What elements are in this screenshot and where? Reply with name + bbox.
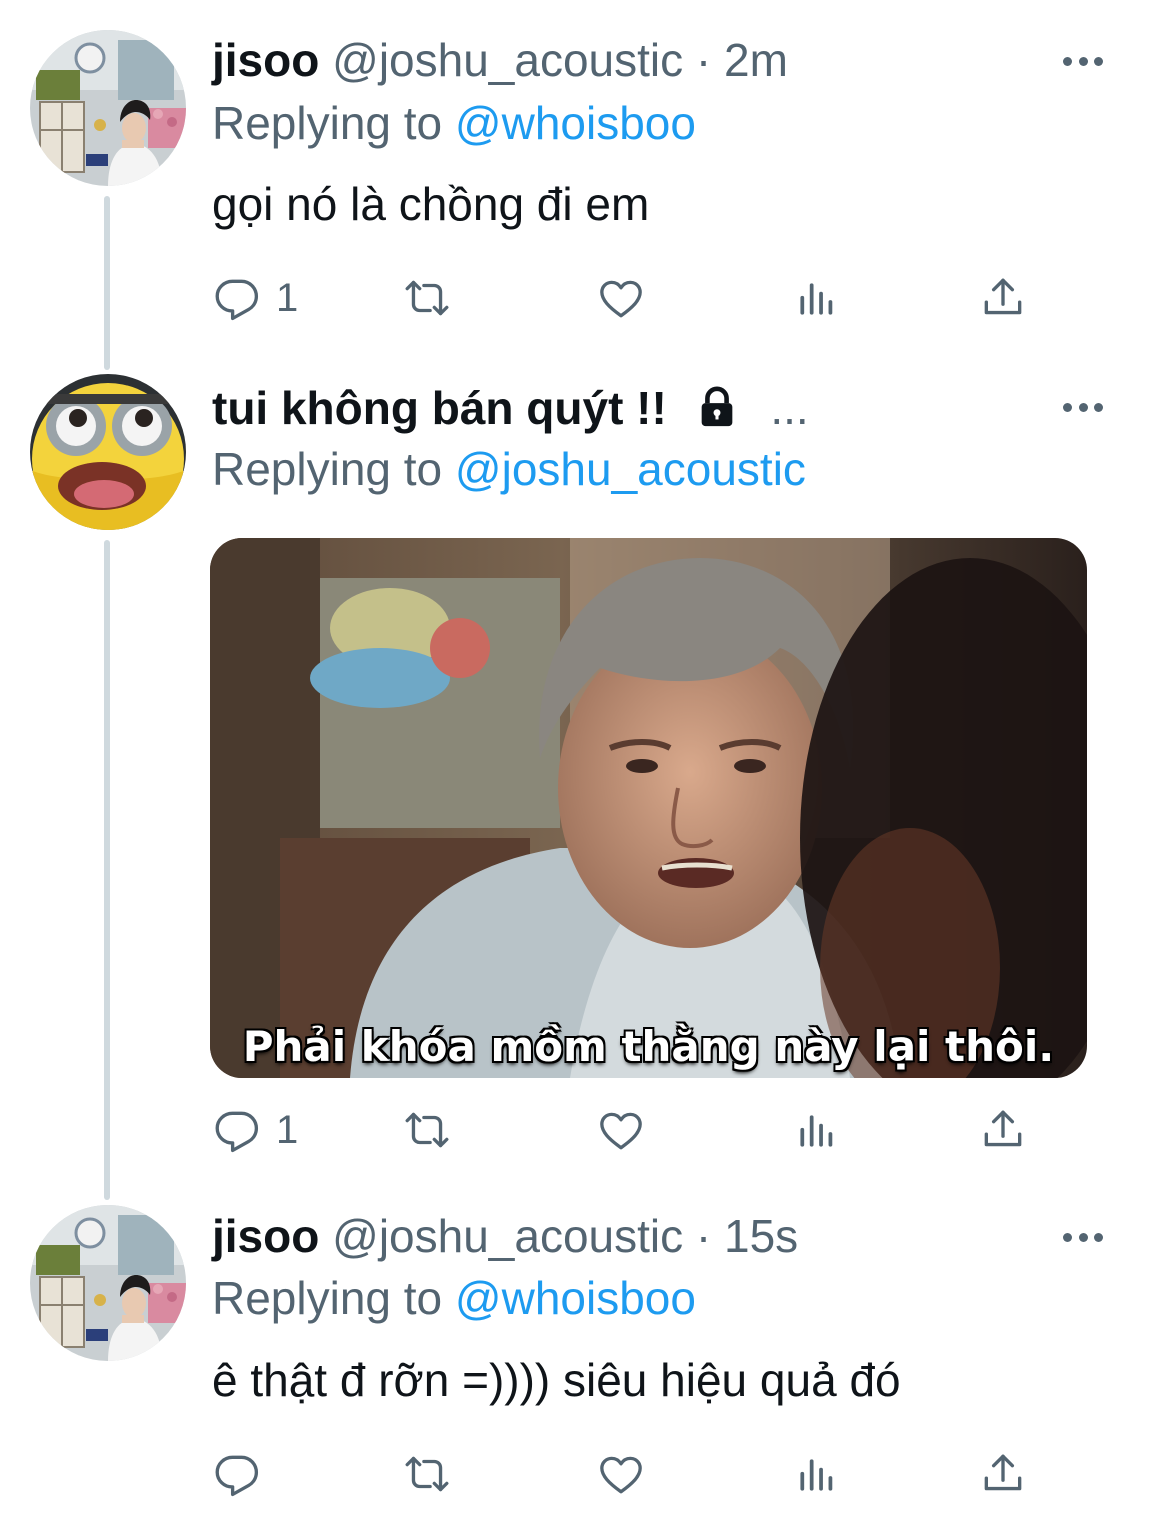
avatar[interactable] — [30, 30, 186, 186]
tweet[interactable]: jisoo @joshu_acoustic · 2m Replying to @… — [0, 0, 1169, 370]
more-options-icon[interactable] — [1063, 1231, 1103, 1243]
reply-button[interactable] — [212, 1446, 276, 1502]
person-avatar-icon — [30, 1205, 186, 1361]
heart-icon — [596, 273, 646, 323]
like-button[interactable] — [596, 1102, 646, 1158]
retweet-icon — [402, 1449, 452, 1499]
heart-icon — [596, 1449, 646, 1499]
tweet-text: gọi nó là chồng đi em — [212, 178, 650, 230]
action-bar: 1 — [212, 1102, 1042, 1158]
reply-icon — [212, 273, 262, 323]
action-bar — [212, 1446, 1042, 1502]
separator-dot: · — [695, 1210, 712, 1262]
reply-count: 1 — [276, 276, 299, 320]
share-icon — [978, 273, 1028, 323]
views-button[interactable] — [790, 270, 840, 326]
retweet-button[interactable] — [402, 1102, 452, 1158]
replying-to: Replying to @whoisboo — [212, 95, 696, 151]
share-icon — [978, 1449, 1028, 1499]
display-name[interactable]: tui không bán quýt !! — [212, 382, 667, 434]
reply-icon — [212, 1105, 262, 1155]
avatar[interactable] — [30, 1205, 186, 1361]
analytics-icon — [790, 1105, 840, 1155]
like-button[interactable] — [596, 1446, 646, 1502]
reply-button[interactable]: 1 — [212, 270, 298, 326]
timestamp[interactable]: 2m — [724, 34, 788, 86]
cartoon-avatar-icon — [30, 374, 186, 530]
lock-icon — [694, 384, 740, 430]
media-caption: Phải khóa mồm thằng này lại thôi. — [242, 1022, 1055, 1071]
person-avatar-icon — [30, 30, 186, 186]
tweet-media-image[interactable] — [210, 538, 1087, 1078]
share-icon — [978, 1105, 1028, 1155]
reply-icon — [212, 1449, 262, 1499]
timestamp[interactable]: 15s — [724, 1210, 798, 1262]
meme-photo — [210, 538, 1087, 1078]
replying-to: Replying to @joshu_acoustic — [212, 441, 806, 497]
reply-button[interactable]: 1 — [212, 1102, 298, 1158]
user-handle[interactable]: @joshu_acoustic — [332, 1210, 683, 1262]
more-options-icon[interactable] — [1063, 55, 1103, 67]
user-handle[interactable]: @joshu_acoustic — [332, 34, 683, 86]
tweet-header: jisoo @joshu_acoustic · 2m — [212, 32, 788, 88]
reply-thread: jisoo @joshu_acoustic · 2m Replying to @… — [0, 0, 1169, 1513]
avatar[interactable] — [30, 374, 186, 530]
tweet-header: tui không bán quýt !! ... — [212, 380, 809, 436]
mention-link[interactable]: @joshu_acoustic — [455, 443, 806, 495]
display-name[interactable]: jisoo — [212, 1210, 319, 1262]
more-options-icon[interactable] — [1063, 401, 1103, 413]
tweet-header: jisoo @joshu_acoustic · 15s — [212, 1208, 798, 1264]
analytics-icon — [790, 1449, 840, 1499]
thread-connector-line — [104, 540, 110, 1200]
replying-to-label: Replying to — [212, 97, 443, 149]
retweet-button[interactable] — [402, 1446, 452, 1502]
replying-to: Replying to @whoisboo — [212, 1270, 696, 1326]
replying-to-label: Replying to — [212, 1272, 443, 1324]
separator-dot: · — [695, 34, 712, 86]
mention-link[interactable]: @whoisboo — [455, 97, 696, 149]
reply-count: 1 — [276, 1108, 299, 1152]
views-button[interactable] — [790, 1446, 840, 1502]
heart-icon — [596, 1105, 646, 1155]
retweet-button[interactable] — [402, 270, 452, 326]
name-truncation: ... — [770, 382, 809, 434]
replying-to-label: Replying to — [212, 443, 443, 495]
share-button[interactable] — [978, 270, 1028, 326]
views-button[interactable] — [790, 1102, 840, 1158]
action-bar: 1 — [212, 270, 1042, 326]
mention-link[interactable]: @whoisboo — [455, 1272, 696, 1324]
display-name[interactable]: jisoo — [212, 34, 319, 86]
like-button[interactable] — [596, 270, 646, 326]
share-button[interactable] — [978, 1102, 1028, 1158]
analytics-icon — [790, 273, 840, 323]
retweet-icon — [402, 1105, 452, 1155]
retweet-icon — [402, 273, 452, 323]
tweet-text: ê thật đ rỡn =)))) siêu hiệu quả đó — [212, 1354, 901, 1406]
share-button[interactable] — [978, 1446, 1028, 1502]
